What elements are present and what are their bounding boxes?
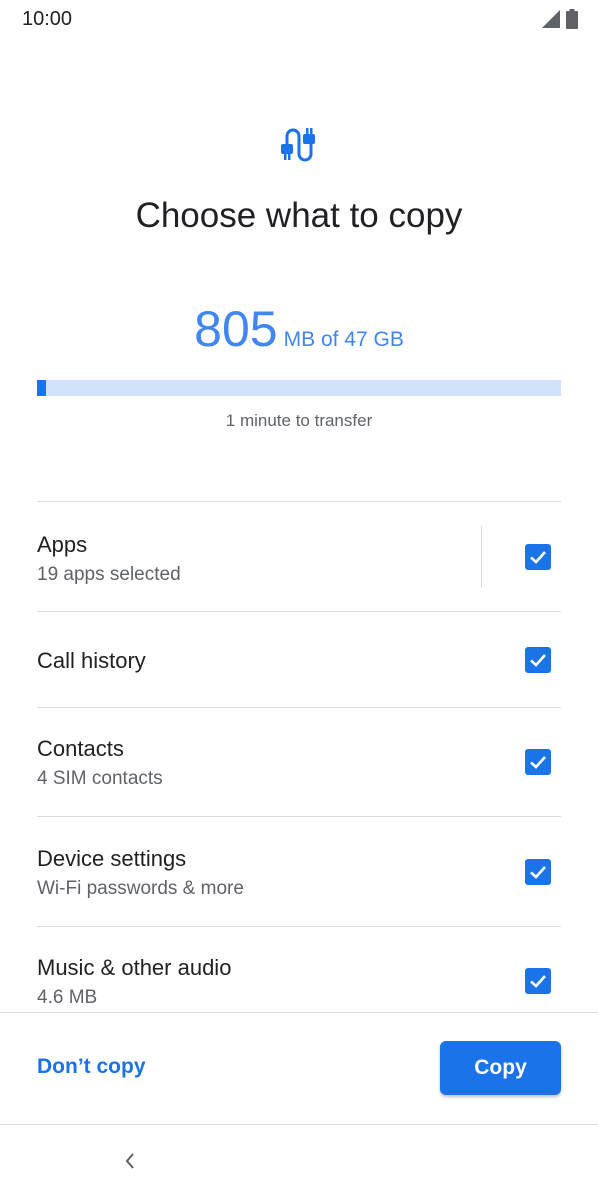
bottom-action-bar: Don’t copy Copy (0, 1012, 598, 1125)
dont-copy-button[interactable]: Don’t copy (37, 1055, 146, 1079)
apps-checkbox[interactable] (525, 544, 551, 570)
list-item-call-history[interactable]: Call history (37, 612, 561, 708)
checkmark-icon (530, 654, 546, 667)
list-item-title: Music & other audio (37, 955, 232, 980)
page-title: Choose what to copy (135, 196, 463, 235)
copy-button[interactable]: Copy (440, 1041, 561, 1095)
list-item-subtitle: Wi-Fi passwords & more (37, 878, 244, 899)
system-nav-bar (0, 1124, 598, 1197)
list-item-contacts[interactable]: Contacts 4 SIM contacts (37, 708, 561, 817)
list-item-title: Contacts (37, 736, 124, 761)
list-item-title: Device settings (37, 846, 187, 871)
copy-items-list: Apps 19 apps selected Call history Conta… (37, 501, 561, 1017)
signal-icon (542, 10, 560, 28)
list-item-subtitle: 4.6 MB (37, 987, 98, 1008)
list-item-subtitle: 4 SIM contacts (37, 768, 163, 789)
transfer-time-estimate: 1 minute to transfer (225, 411, 373, 430)
device-settings-checkbox[interactable] (525, 859, 551, 885)
row-divider (481, 526, 482, 588)
checkmark-icon (530, 975, 546, 988)
transfer-progress-fill (37, 380, 46, 396)
list-item-music-audio[interactable]: Music & other audio 4.6 MB (37, 927, 561, 1017)
transfer-progress-bar (37, 380, 561, 396)
checkmark-icon (530, 551, 546, 564)
list-item-subtitle: 19 apps selected (37, 564, 181, 585)
chevron-left-icon[interactable] (120, 1149, 140, 1173)
music-audio-checkbox[interactable] (525, 968, 551, 994)
status-icons (542, 9, 578, 29)
list-item-title: Call history (37, 648, 146, 673)
status-time: 10:00 (22, 8, 73, 30)
storage-total: MB of 47 GB (283, 328, 404, 351)
storage-summary: 805 MB of 47 GB (0, 300, 598, 358)
battery-icon (566, 9, 578, 29)
checkmark-icon (530, 756, 546, 769)
data-transfer-icon (281, 128, 315, 162)
list-item-apps[interactable]: Apps 19 apps selected (37, 502, 561, 612)
contacts-checkbox[interactable] (525, 749, 551, 775)
call-history-checkbox[interactable] (525, 647, 551, 673)
list-item-title: Apps (37, 532, 88, 557)
status-bar: 10:00 (0, 0, 598, 40)
storage-amount: 805 (194, 301, 278, 357)
checkmark-icon (530, 866, 546, 879)
list-item-device-settings[interactable]: Device settings Wi-Fi passwords & more (37, 817, 561, 927)
